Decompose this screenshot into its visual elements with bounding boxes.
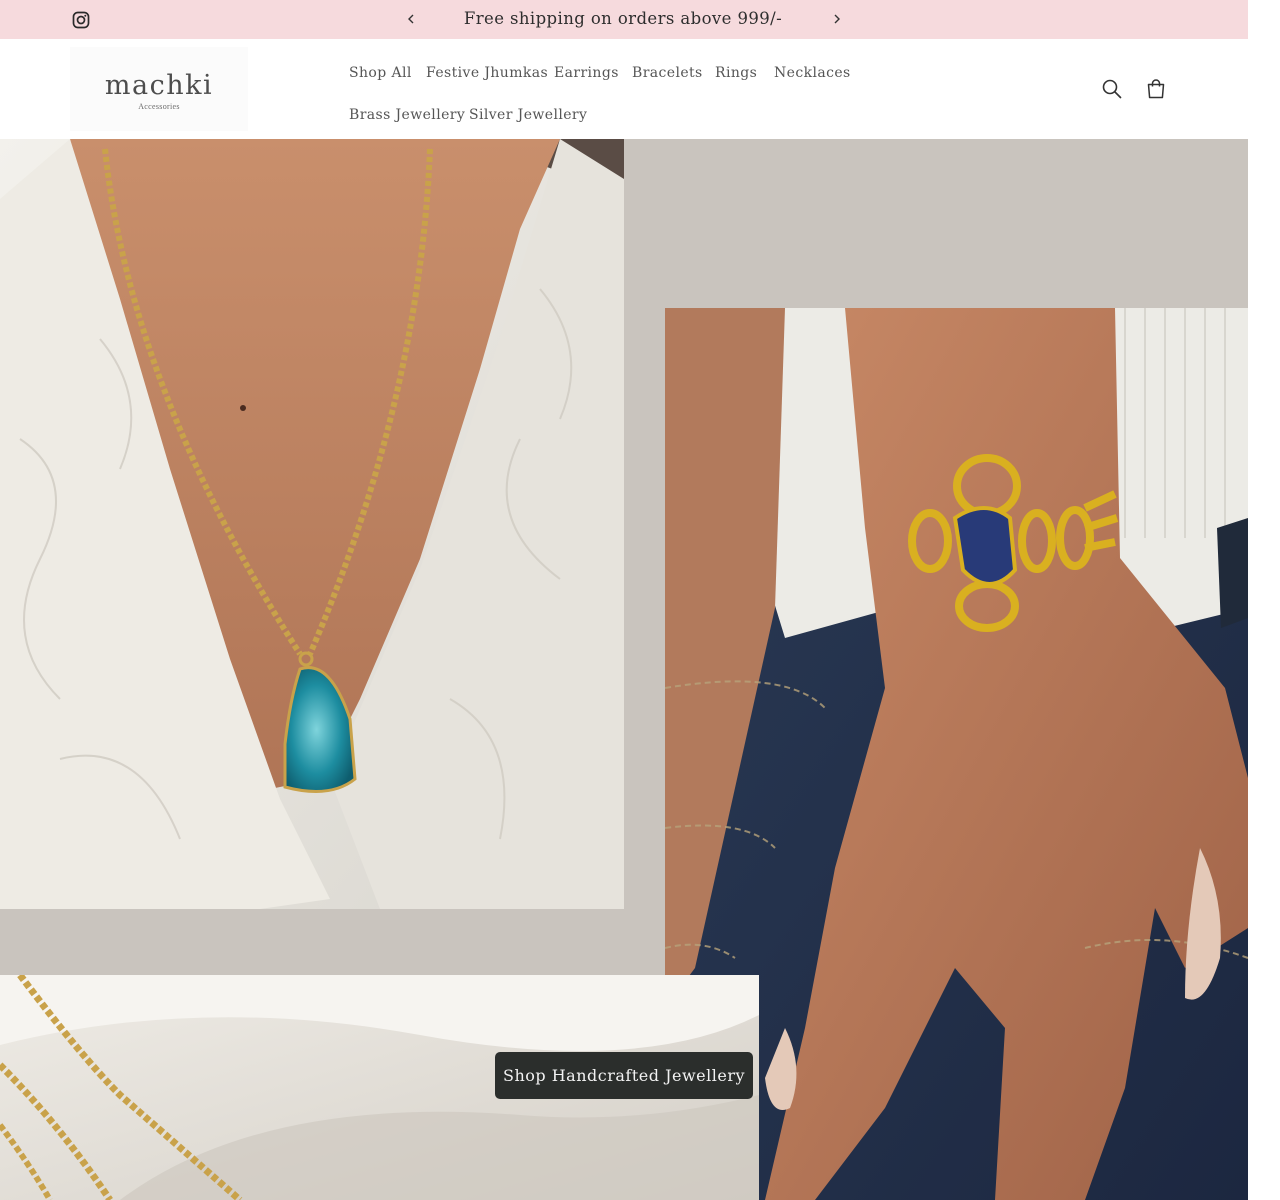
nav-item-bracelets[interactable]: Bracelets [632,65,703,81]
nav-item-festive-jhumkas[interactable]: Festive Jhumkas [426,65,548,81]
nav-item-brass-jewellery[interactable]: Brass Jewellery [349,107,465,123]
nav-item-rings[interactable]: Rings [715,65,757,81]
nav-item-necklaces[interactable]: Necklaces [774,65,851,81]
chevron-right-icon[interactable] [830,10,844,28]
shop-handcrafted-button[interactable]: Shop Handcrafted Jewellery [495,1052,753,1099]
hero-collage: Shop Handcrafted Jewellery [0,139,1248,1200]
logo-subtext: Accessories [138,102,180,111]
logo[interactable]: machki Accessories [70,47,248,131]
search-icon[interactable] [1100,77,1124,101]
nav-item-earrings[interactable]: Earrings [554,65,619,81]
necklace-photo[interactable] [0,139,624,909]
cart-icon[interactable] [1144,77,1168,101]
nav-item-silver-jewellery[interactable]: Silver Jewellery [469,107,587,123]
instagram-icon[interactable] [72,11,90,29]
site-header: machki Accessories Shop All Festive Jhum… [0,39,1248,139]
logo-text: machki [104,70,214,101]
announcement-bar: Free shipping on orders above 999/- [0,0,1248,39]
announcement-message: Free shipping on orders above 999/- [463,9,783,28]
chevron-left-icon[interactable] [404,10,418,28]
nav-item-shop-all[interactable]: Shop All [349,65,412,81]
